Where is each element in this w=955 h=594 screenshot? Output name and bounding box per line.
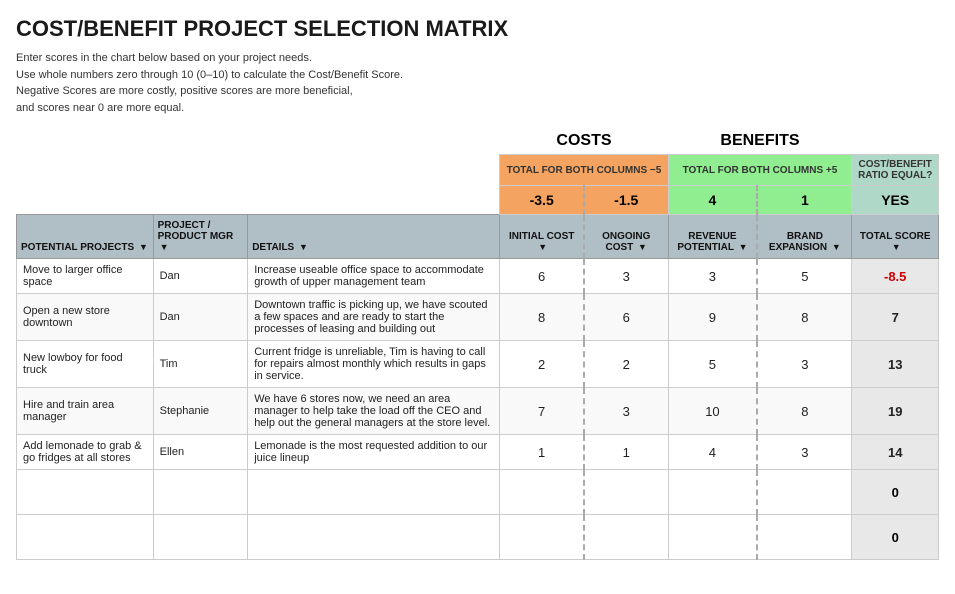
empty-ongoing[interactable] xyxy=(584,470,668,515)
initial-cost-cell[interactable]: 7 xyxy=(500,388,584,435)
brand-cell[interactable]: 3 xyxy=(757,341,852,388)
brand-cell[interactable]: 8 xyxy=(757,294,852,341)
initial-cost-cell[interactable]: 1 xyxy=(500,435,584,470)
empty-table-row: 0 xyxy=(17,470,939,515)
empty-details[interactable] xyxy=(248,515,500,560)
revenue-cell[interactable]: 5 xyxy=(668,341,757,388)
table-row: New lowboy for food truck Tim Current fr… xyxy=(17,341,939,388)
total-benefits-header: TOTAL FOR BOTH COLUMNS +5 xyxy=(668,155,852,186)
project-mgr: Dan xyxy=(153,294,248,341)
project-mgr: Stephanie xyxy=(153,388,248,435)
project-name: New lowboy for food truck xyxy=(17,341,154,388)
ongoing-filter-icon[interactable]: ▼ xyxy=(638,242,647,252)
empty-initial[interactable] xyxy=(500,515,584,560)
initial-cost-cell[interactable]: 6 xyxy=(500,259,584,294)
col-header-brand[interactable]: BRAND EXPANSION ▼ xyxy=(757,215,852,259)
empty-project[interactable] xyxy=(17,515,154,560)
project-name: Hire and train area manager xyxy=(17,388,154,435)
empty-revenue[interactable] xyxy=(668,470,757,515)
empty-initial[interactable] xyxy=(500,470,584,515)
project-mgr: Dan xyxy=(153,259,248,294)
col-header-total[interactable]: TOTAL SCORE ▼ xyxy=(852,215,939,259)
mgr-filter-icon[interactable]: ▼ xyxy=(160,242,169,252)
project-details: Current fridge is unreliable, Tim is hav… xyxy=(248,341,500,388)
table-row: Hire and train area manager Stephanie We… xyxy=(17,388,939,435)
col-header-details[interactable]: DETAILS ▼ xyxy=(248,215,500,259)
empty-table-row: 0 xyxy=(17,515,939,560)
revenue-cell[interactable]: 9 xyxy=(668,294,757,341)
ongoing-cost-cell[interactable]: 6 xyxy=(584,294,668,341)
col-header-ongoing[interactable]: ONGOING COST ▼ xyxy=(584,215,668,259)
total-score-cell: 14 xyxy=(852,435,939,470)
cb-ratio-header: COST/BENEFIT RATIO EQUAL? xyxy=(852,155,939,186)
total-costs-header: TOTAL FOR BOTH COLUMNS −5 xyxy=(500,155,668,186)
benefits-header: BENEFITS xyxy=(668,128,852,155)
empty-total: 0 xyxy=(852,470,939,515)
brand-value: 1 xyxy=(757,186,852,215)
ongoing-cost-value: -1.5 xyxy=(584,186,668,215)
revenue-cell[interactable]: 10 xyxy=(668,388,757,435)
col-header-mgr[interactable]: PROJECT / PRODUCT MGR ▼ xyxy=(153,215,248,259)
empty-details[interactable] xyxy=(248,470,500,515)
total-score-cell: 7 xyxy=(852,294,939,341)
empty-mgr[interactable] xyxy=(153,470,248,515)
col-header-revenue[interactable]: REVENUE POTENTIAL ▼ xyxy=(668,215,757,259)
project-details: Lemonade is the most requested addition … xyxy=(248,435,500,470)
page-title: COST/BENEFIT PROJECT SELECTION MATRIX xyxy=(16,16,939,42)
project-name: Add lemonade to grab & go fridges at all… xyxy=(17,435,154,470)
project-details: We have 6 stores now, we need an area ma… xyxy=(248,388,500,435)
empty-total: 0 xyxy=(852,515,939,560)
project-details: Downtown traffic is picking up, we have … xyxy=(248,294,500,341)
initial-cost-cell[interactable]: 8 xyxy=(500,294,584,341)
intro-text: Enter scores in the chart below based on… xyxy=(16,50,476,116)
empty-ongoing[interactable] xyxy=(584,515,668,560)
ongoing-cost-cell[interactable]: 2 xyxy=(584,341,668,388)
project-name: Open a new store downtown xyxy=(17,294,154,341)
ongoing-cost-cell[interactable]: 1 xyxy=(584,435,668,470)
table-row: Add lemonade to grab & go fridges at all… xyxy=(17,435,939,470)
empty-brand[interactable] xyxy=(757,515,852,560)
total-filter-icon[interactable]: ▼ xyxy=(892,242,901,252)
initial-cost-cell[interactable]: 2 xyxy=(500,341,584,388)
ongoing-cost-cell[interactable]: 3 xyxy=(584,259,668,294)
empty-mgr[interactable] xyxy=(153,515,248,560)
revenue-cell[interactable]: 3 xyxy=(668,259,757,294)
col-header-projects[interactable]: POTENTIAL PROJECTS ▼ xyxy=(17,215,154,259)
details-filter-icon[interactable]: ▼ xyxy=(299,242,308,252)
revenue-filter-icon[interactable]: ▼ xyxy=(739,242,748,252)
costs-header: COSTS xyxy=(500,128,668,155)
col-header-initial[interactable]: INITIAL COST ▼ xyxy=(500,215,584,259)
project-details: Increase useable office space to accommo… xyxy=(248,259,500,294)
empty-revenue[interactable] xyxy=(668,515,757,560)
ratio-value: YES xyxy=(852,186,939,215)
brand-cell[interactable]: 3 xyxy=(757,435,852,470)
total-score-cell: -8.5 xyxy=(852,259,939,294)
table-row: Open a new store downtown Dan Downtown t… xyxy=(17,294,939,341)
table-row: Move to larger office space Dan Increase… xyxy=(17,259,939,294)
brand-filter-icon[interactable]: ▼ xyxy=(832,242,841,252)
project-mgr: Ellen xyxy=(153,435,248,470)
project-name: Move to larger office space xyxy=(17,259,154,294)
brand-cell[interactable]: 5 xyxy=(757,259,852,294)
project-mgr: Tim xyxy=(153,341,248,388)
initial-filter-icon[interactable]: ▼ xyxy=(538,242,547,252)
projects-filter-icon[interactable]: ▼ xyxy=(139,242,148,252)
revenue-cell[interactable]: 4 xyxy=(668,435,757,470)
initial-cost-value: -3.5 xyxy=(500,186,584,215)
total-score-cell: 13 xyxy=(852,341,939,388)
empty-project[interactable] xyxy=(17,470,154,515)
total-score-cell: 19 xyxy=(852,388,939,435)
brand-cell[interactable]: 8 xyxy=(757,388,852,435)
revenue-value: 4 xyxy=(668,186,757,215)
ongoing-cost-cell[interactable]: 3 xyxy=(584,388,668,435)
empty-brand[interactable] xyxy=(757,470,852,515)
